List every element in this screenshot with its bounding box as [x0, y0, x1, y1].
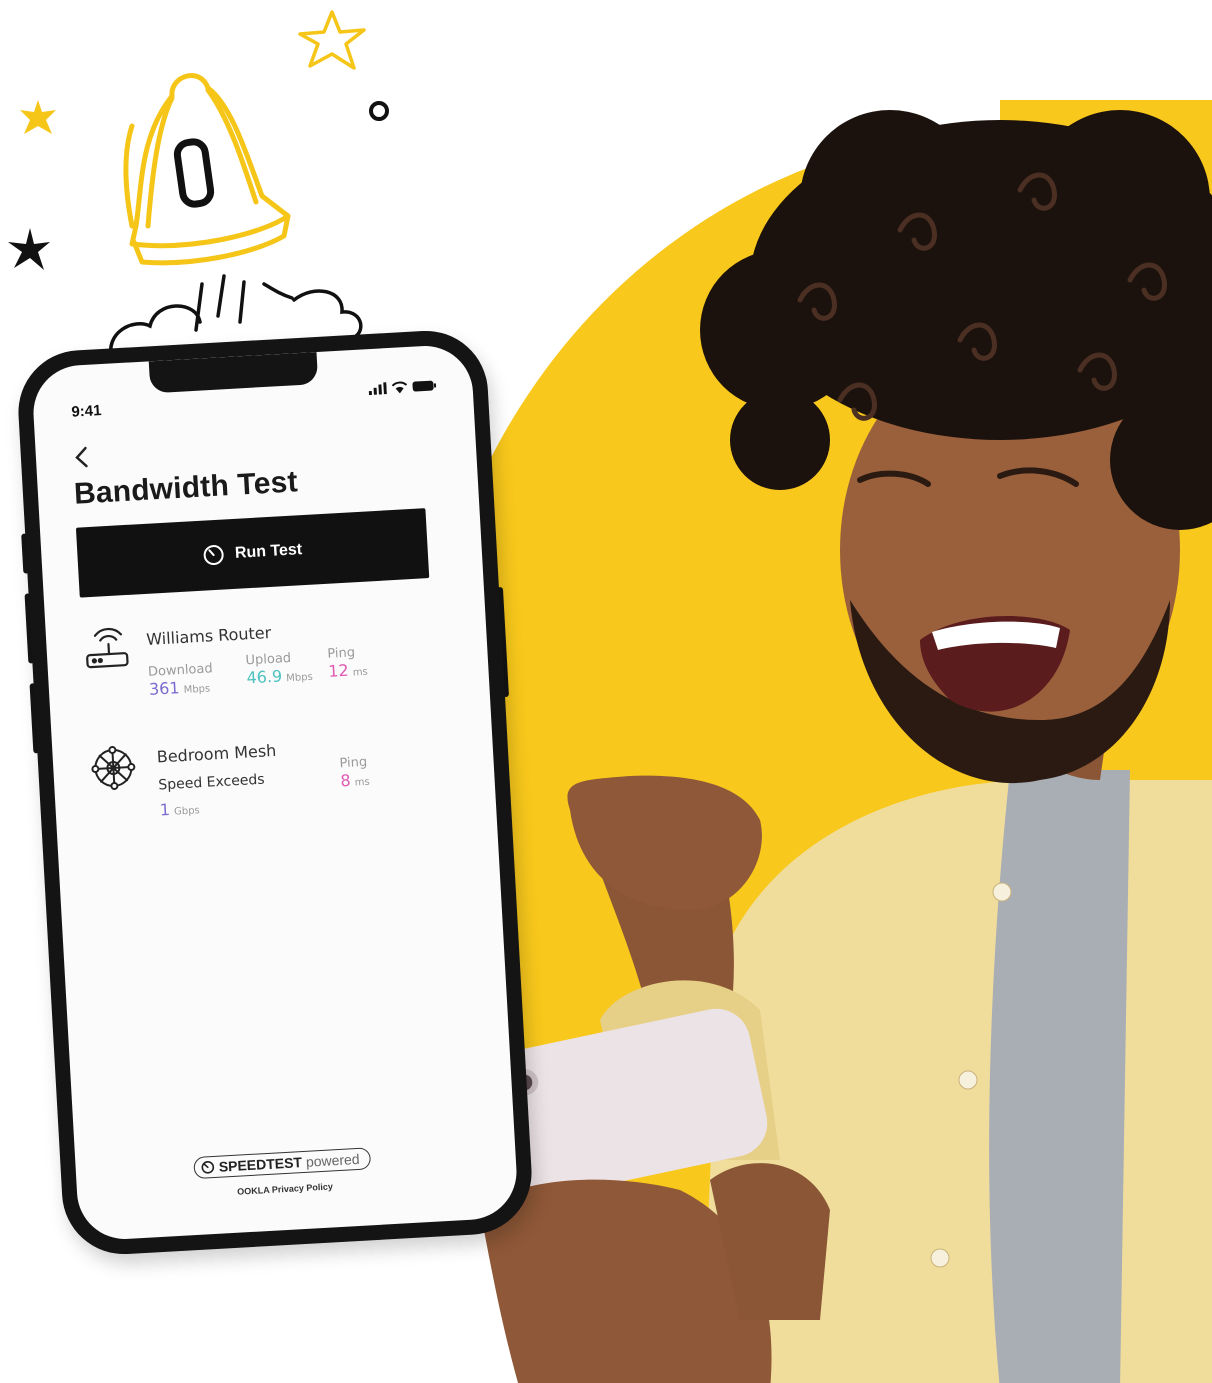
- mesh-icon: [91, 746, 136, 790]
- speedtest-powered-badge[interactable]: SPEEDTEST powered: [193, 1147, 372, 1180]
- bell-doodle-icon: [123, 73, 291, 266]
- ping-label: Ping: [339, 754, 368, 772]
- signal-icon: [368, 382, 387, 396]
- ping-unit: ms: [354, 776, 371, 789]
- promo-scene: 9:41 Bandwidth Test Run Test Williams Ro…: [0, 0, 1212, 1383]
- status-time: 9:41: [70, 402, 102, 421]
- ping-metric: Ping 8 ms: [339, 754, 371, 791]
- excited-man-photo: [480, 110, 1212, 1383]
- speed-value: 1: [159, 799, 171, 820]
- powered-text: powered: [305, 1150, 360, 1170]
- upload-unit: Mbps: [285, 671, 314, 685]
- upload-metric: Upload 46.9 Mbps: [245, 651, 313, 689]
- page-title: Bandwidth Test: [73, 465, 299, 511]
- wifi-icon: [391, 381, 408, 394]
- run-test-label: Run Test: [234, 541, 303, 562]
- device-row-mesh[interactable]: Bedroom Mesh Speed Exceeds 1 Gbps Ping 8m…: [88, 725, 452, 835]
- doodle-star-black-icon: [8, 228, 50, 270]
- router-icon: [86, 627, 129, 669]
- ping-metric: Ping 12 ms: [327, 645, 369, 682]
- speed-unit: Gbps: [173, 805, 201, 818]
- ping-value: 8: [339, 770, 352, 791]
- privacy-policy-link[interactable]: OOKLA Privacy Policy: [237, 1181, 333, 1196]
- upload-value: 46.9: [246, 666, 283, 688]
- speedtest-logo-icon: [201, 1161, 215, 1174]
- doodle-star-yellow-icon: [20, 100, 56, 134]
- download-value: 361: [148, 678, 181, 699]
- speed-metric: 1 Gbps: [159, 799, 200, 820]
- phone-mockup: 9:41 Bandwidth Test Run Test Williams Ro…: [15, 327, 535, 1258]
- doodle-star-outline-icon: [298, 10, 366, 70]
- device-row-router[interactable]: Williams Router Download 361 Mbps Upload …: [81, 607, 445, 717]
- ping-value: 12: [327, 660, 350, 681]
- device-name: Bedroom Mesh: [156, 740, 277, 767]
- download-unit: Mbps: [183, 683, 211, 696]
- download-metric: Download 361 Mbps: [148, 661, 214, 699]
- doodle-circle-icon: [369, 101, 389, 121]
- run-test-button[interactable]: Run Test: [75, 508, 430, 598]
- device-name: Williams Router: [145, 622, 272, 649]
- back-chevron-icon[interactable]: [71, 445, 92, 470]
- speedtest-brand: SPEEDTEST: [218, 1154, 303, 1175]
- phone-screen: 9:41 Bandwidth Test Run Test Williams Ro…: [30, 343, 520, 1242]
- ping-unit: ms: [352, 666, 369, 679]
- speedometer-icon: [204, 545, 225, 566]
- status-icons: [368, 379, 437, 396]
- battery-icon: [412, 380, 437, 392]
- device-status: Speed Exceeds: [157, 771, 266, 794]
